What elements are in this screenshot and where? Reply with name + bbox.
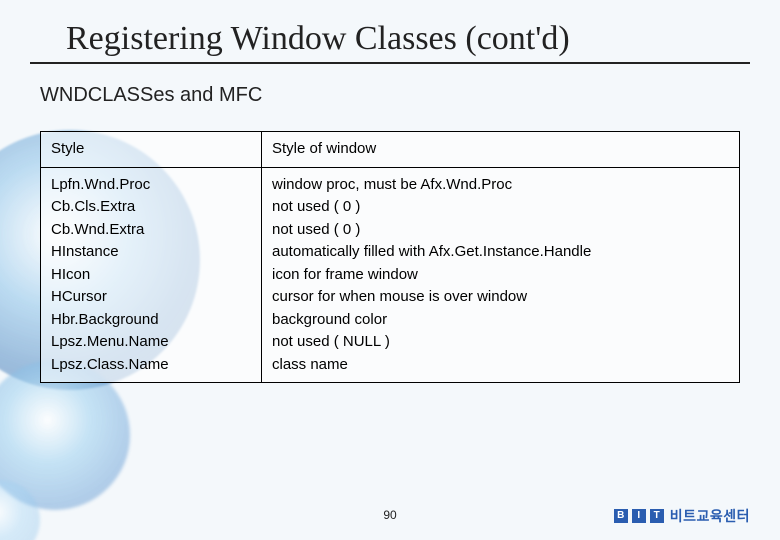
- page-title: Registering Window Classes (cont'd): [66, 20, 750, 58]
- table-body-row: Lpfn.Wnd.ProcCb.Cls.ExtraCb.Wnd.ExtraHIn…: [41, 167, 740, 383]
- header-cell-right: Style of window: [262, 132, 740, 168]
- logo-letter: I: [632, 509, 646, 523]
- title-underline: [30, 62, 750, 64]
- table-header-row: Style Style of window: [41, 132, 740, 168]
- footer-text: 비트교육센터: [670, 506, 750, 526]
- footer-logo: B I T 비트교육센터: [614, 506, 750, 526]
- body-cell-right: window proc, must be Afx.Wnd.Procnot use…: [262, 167, 740, 383]
- wndclass-table: Style Style of window Lpfn.Wnd.ProcCb.Cl…: [40, 131, 740, 383]
- body-cell-left: Lpfn.Wnd.ProcCb.Cls.ExtraCb.Wnd.ExtraHIn…: [41, 167, 262, 383]
- page-number: 90: [383, 508, 396, 522]
- subtitle: WNDCLASSes and MFC: [40, 84, 750, 107]
- header-cell-left: Style: [41, 132, 262, 168]
- slide: Registering Window Classes (cont'd) WNDC…: [0, 0, 780, 540]
- logo-letter: T: [650, 509, 664, 523]
- logo-letter: B: [614, 509, 628, 523]
